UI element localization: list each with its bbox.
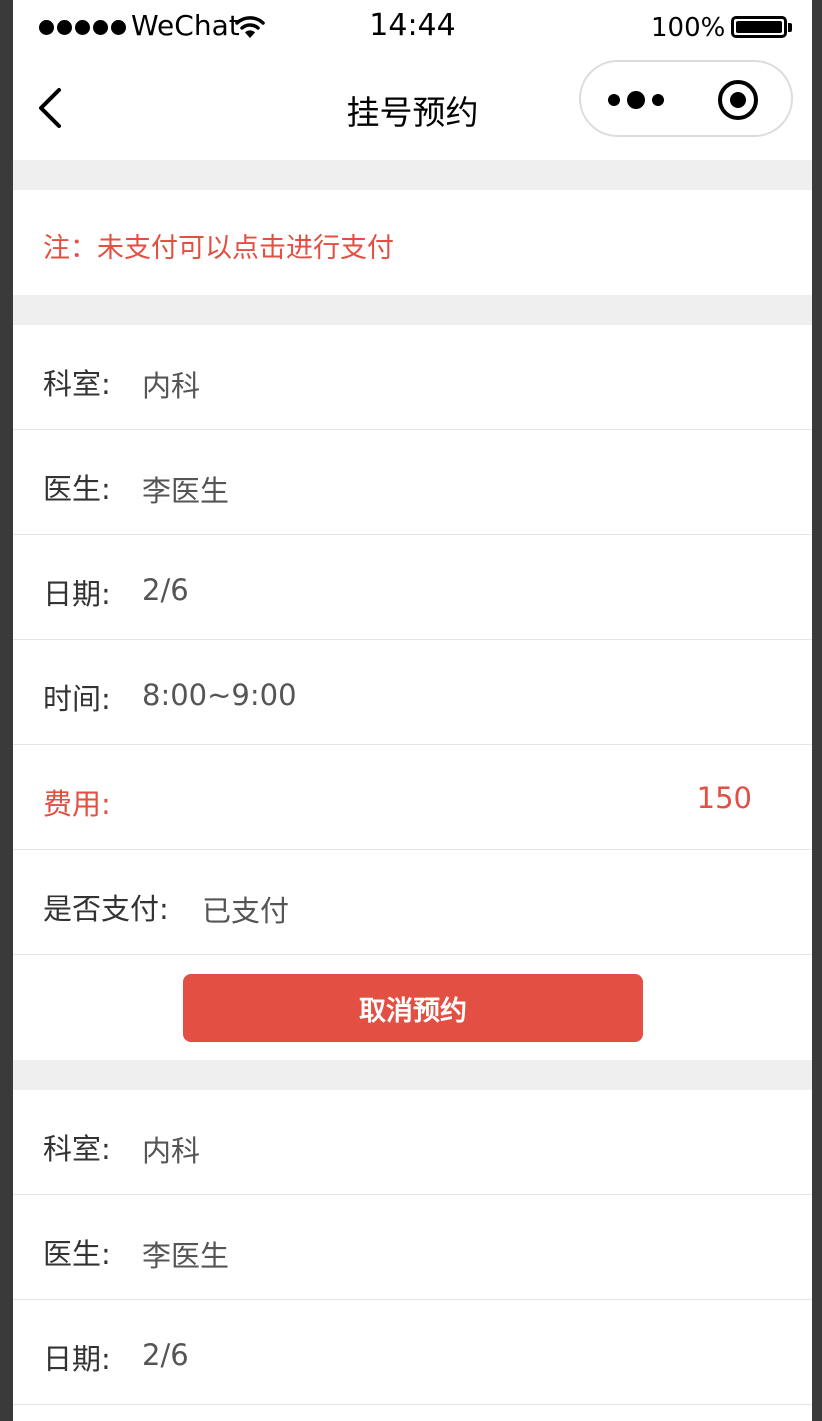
- nav-bar: 挂号预约: [13, 56, 812, 160]
- dept-label: 科室:: [43, 1132, 111, 1166]
- phone-screen: WeChat 14:44 100% 挂号预约 注：未支付可以点击进行支付 科室:…: [13, 0, 812, 1421]
- payment-notice: 注：未支付可以点击进行支付: [43, 233, 394, 264]
- dept-label: 科室:: [43, 367, 111, 401]
- appointment-card: 科室: 内科 医生: 李医生 日期: 2/6: [13, 1090, 812, 1421]
- mini-program-capsule: [579, 60, 793, 137]
- date-value: 2/6: [142, 573, 189, 607]
- paid-value: 已支付: [202, 894, 290, 928]
- fee-label: 费用:: [43, 787, 111, 821]
- doctor-value: 李医生: [142, 474, 230, 508]
- action-row: 取消预约: [13, 955, 812, 1059]
- fee-row[interactable]: 费用: 150: [13, 745, 812, 850]
- time-label: 时间:: [43, 682, 111, 716]
- fee-amount: 150: [696, 781, 752, 815]
- date-label: 日期:: [43, 577, 111, 611]
- date-value: 2/6: [142, 1338, 189, 1372]
- dept-row: 科室: 内科: [13, 1090, 812, 1195]
- date-row: 日期: 2/6: [13, 1300, 812, 1405]
- dept-row: 科室: 内科: [13, 325, 812, 430]
- battery-icon: [731, 16, 787, 38]
- date-row: 日期: 2/6: [13, 535, 812, 640]
- more-dots-icon[interactable]: [603, 84, 673, 116]
- doctor-label: 医生:: [43, 1237, 111, 1271]
- doctor-row: 医生: 李医生: [13, 430, 812, 535]
- notice-card: 注：未支付可以点击进行支付: [13, 190, 812, 295]
- battery-percent: 100%: [651, 13, 726, 43]
- time-row: 时间: 8:00~9:00: [13, 640, 812, 745]
- battery-tip: [788, 23, 792, 32]
- doctor-label: 医生:: [43, 472, 111, 506]
- paid-status-row: 是否支付: 已支付: [13, 850, 812, 955]
- paid-label: 是否支付:: [43, 892, 169, 926]
- dept-value: 内科: [142, 1134, 201, 1168]
- date-label: 日期:: [43, 1342, 111, 1376]
- appointment-card: 科室: 内科 医生: 李医生 日期: 2/6 时间: 8:00~9:00 费用:…: [13, 325, 812, 1060]
- time-value: 8:00~9:00: [142, 678, 297, 712]
- cancel-appointment-button[interactable]: 取消预约: [183, 974, 643, 1042]
- status-bar: WeChat 14:44 100%: [13, 0, 812, 56]
- doctor-row: 医生: 李医生: [13, 1195, 812, 1300]
- close-miniprogram-icon[interactable]: [716, 78, 760, 122]
- dept-value: 内科: [142, 369, 201, 403]
- doctor-value: 李医生: [142, 1239, 230, 1273]
